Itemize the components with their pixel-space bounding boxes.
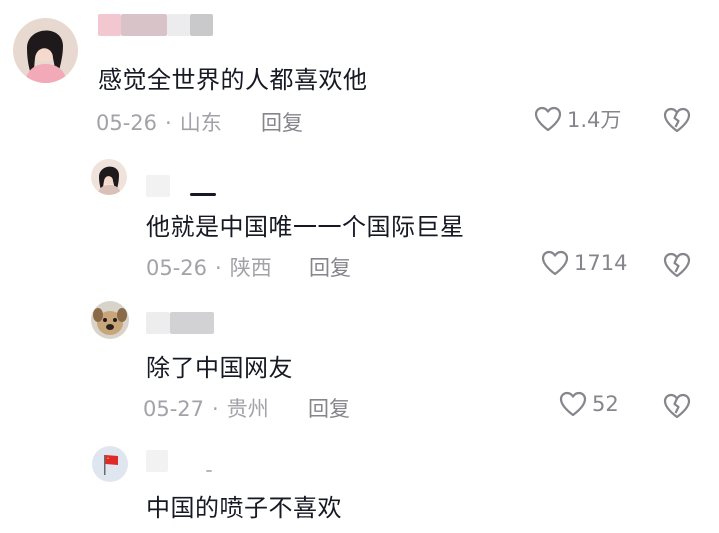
comment-text: 除了中国网友 bbox=[146, 354, 293, 382]
comment-location: 山东 bbox=[179, 111, 222, 135]
like-count: 52 bbox=[592, 392, 619, 416]
like-button[interactable]: 1.4万 bbox=[533, 104, 621, 134]
like-button[interactable]: 52 bbox=[558, 390, 619, 418]
heart-icon bbox=[534, 106, 562, 132]
broken-heart-icon[interactable] bbox=[662, 251, 692, 279]
comment-meta: 05-27 · 贵州 bbox=[143, 397, 269, 421]
user-avatar[interactable] bbox=[92, 446, 128, 482]
broken-heart-icon[interactable] bbox=[662, 106, 692, 134]
reply-comment-item: 除了中国网友 05-27 · 贵州 回复 52 bbox=[0, 290, 719, 440]
reply-comment-item: 中国的喷子不喜欢 bbox=[0, 440, 719, 533]
comment-meta: 05-26 · 陕西 bbox=[146, 256, 272, 280]
comment-text: 感觉全世界的人都喜欢他 bbox=[98, 66, 368, 94]
reply-comment-item: 他就是中国唯一一个国际巨星 05-26 · 陕西 回复 1714 bbox=[0, 145, 719, 290]
heart-icon bbox=[541, 250, 569, 276]
reply-button[interactable]: 回复 bbox=[308, 393, 350, 423]
comment-date: 05-26 bbox=[96, 111, 158, 135]
comment-location: 贵州 bbox=[226, 397, 269, 421]
comment-location: 陕西 bbox=[229, 256, 272, 280]
like-button[interactable]: 1714 bbox=[540, 249, 627, 277]
user-avatar[interactable] bbox=[13, 18, 78, 83]
comment-text: 中国的喷子不喜欢 bbox=[146, 494, 342, 522]
comment-meta: 05-26 · 山东 bbox=[96, 111, 222, 135]
user-avatar[interactable] bbox=[91, 301, 129, 339]
comment-date: 05-27 bbox=[143, 397, 205, 421]
comment-item: 感觉全世界的人都喜欢他 05-26 · 山东 回复 1.4万 bbox=[0, 0, 719, 145]
heart-icon bbox=[559, 391, 587, 417]
like-count: 1714 bbox=[574, 251, 628, 275]
like-count: 1.4万 bbox=[567, 108, 622, 132]
comment-text: 他就是中国唯一一个国际巨星 bbox=[146, 213, 465, 241]
reply-button[interactable]: 回复 bbox=[309, 252, 351, 282]
comment-date: 05-26 bbox=[146, 256, 208, 280]
broken-heart-icon[interactable] bbox=[662, 392, 692, 420]
user-avatar[interactable] bbox=[91, 159, 127, 195]
reply-button[interactable]: 回复 bbox=[261, 107, 303, 137]
